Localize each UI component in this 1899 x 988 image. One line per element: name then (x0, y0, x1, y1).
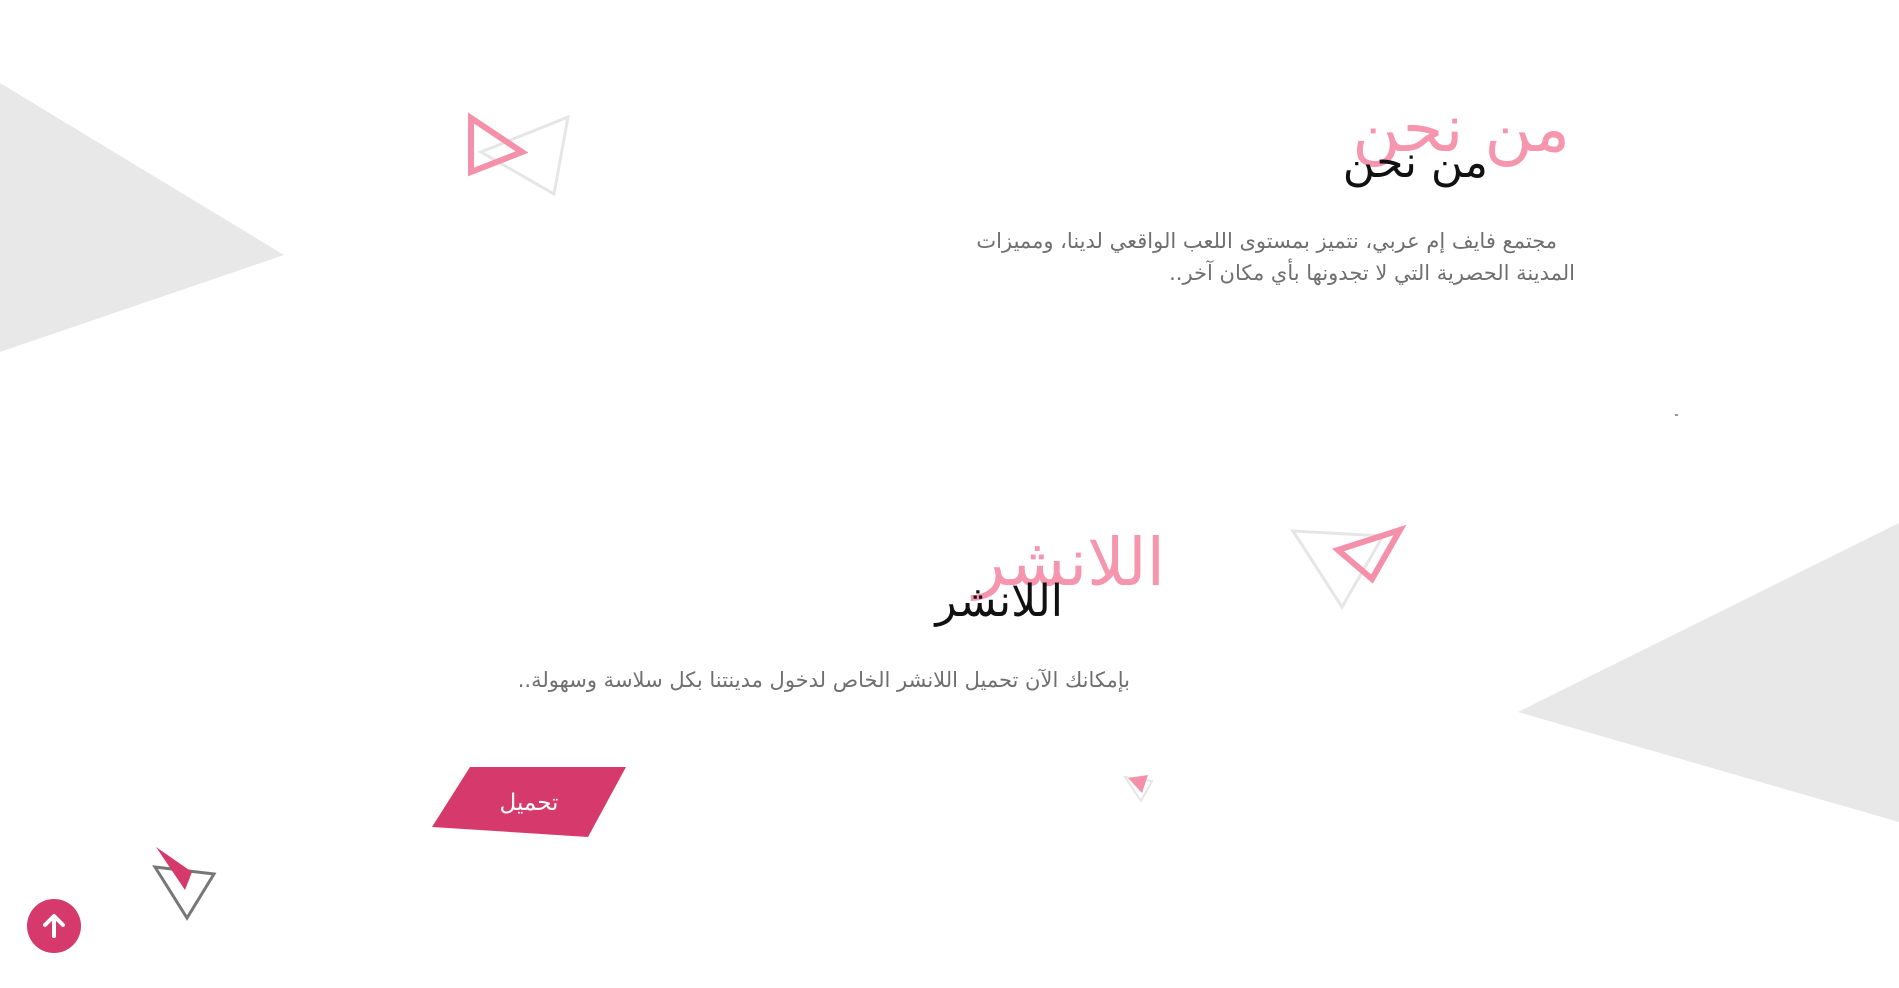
decor-triangle-pair-top-left (468, 112, 570, 197)
about-description-line1: مجتمع فايف إم عربي، نتميز بمستوى اللعب ا… (976, 229, 1557, 253)
launcher-description: بإمكانك الآن تحميل اللانشر الخاص لدخول م… (517, 668, 1130, 692)
decor-large-triangle-left (0, 83, 284, 352)
launcher-heading: اللانشر اللانشر (925, 530, 1165, 630)
decor-small-triangle (1122, 775, 1154, 803)
about-heading: من نحن من نحن (1340, 96, 1580, 196)
download-button[interactable]: تحميل (432, 767, 626, 837)
decor-triangle-pair-bottom-left (152, 847, 217, 921)
arrow-up-icon (43, 914, 65, 938)
decor-triangle-pair-mid (1290, 524, 1407, 610)
decor-dot (1675, 414, 1678, 416)
about-description: مجتمع فايف إم عربي، نتميز بمستوى اللعب ا… (900, 225, 1575, 289)
about-description-line2: المدينة الحصرية التي لا تجدونها بأي مكان… (1169, 261, 1575, 285)
decor-large-triangle-right (1518, 523, 1899, 822)
download-button-label: تحميل (499, 789, 559, 815)
about-title: من نحن (1342, 137, 1488, 188)
scroll-top-button[interactable] (27, 899, 81, 953)
launcher-title: اللانشر (935, 576, 1063, 627)
